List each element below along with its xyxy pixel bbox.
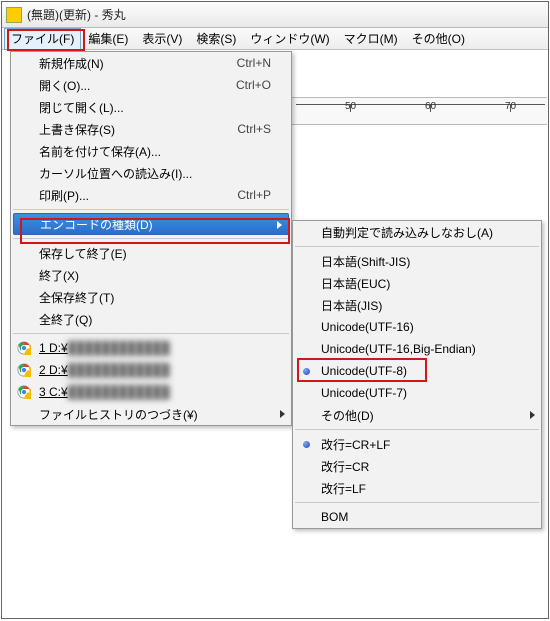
separator [295, 246, 539, 247]
menu-macro[interactable]: マクロ(M) [337, 28, 405, 50]
submenu-arrow-icon [530, 411, 535, 419]
file-dropdown: 新規作成(N) Ctrl+N 開く(O)... Ctrl+O 閉じて開く(L).… [10, 51, 292, 426]
enc-other[interactable]: その他(D) [293, 404, 541, 426]
file-history-more[interactable]: ファイルヒストリのつづき(¥) [11, 403, 291, 425]
file-save-all-exit[interactable]: 全保存終了(T) [11, 286, 291, 308]
file-new[interactable]: 新規作成(N) Ctrl+N [11, 52, 291, 74]
separator [13, 238, 289, 239]
file-encoding[interactable]: エンコードの種類(D) [13, 213, 289, 235]
submenu-arrow-icon [277, 221, 282, 229]
radio-selected-icon [303, 441, 310, 448]
separator [13, 209, 289, 210]
file-recent-1[interactable]: 1 D:¥████████████ [11, 337, 291, 359]
ruler: 50 60 70 [292, 97, 547, 125]
ruler-tick-60: 60 [425, 101, 436, 112]
ruler-tick-70: 70 [505, 101, 516, 112]
file-recent-2[interactable]: 2 D:¥████████████ [11, 359, 291, 381]
enc-jis[interactable]: 日本語(JIS) [293, 294, 541, 316]
separator [295, 502, 539, 503]
radio-selected-icon [303, 368, 310, 375]
enc-utf7[interactable]: Unicode(UTF-7) [293, 382, 541, 404]
separator [295, 429, 539, 430]
file-load-cursor[interactable]: カーソル位置への読込み(I)... [11, 162, 291, 184]
menu-edit[interactable]: 編集(E) [81, 28, 135, 50]
chrome-icon [17, 363, 31, 377]
encoding-submenu: 自動判定で読み込みしなおし(A) 日本語(Shift-JIS) 日本語(EUC)… [292, 220, 542, 529]
menu-other[interactable]: その他(O) [405, 28, 472, 50]
chrome-icon [17, 385, 31, 399]
submenu-arrow-icon [280, 410, 285, 418]
enc-utf16[interactable]: Unicode(UTF-16) [293, 316, 541, 338]
menu-window[interactable]: ウィンドウ(W) [243, 28, 336, 50]
chrome-icon [17, 341, 31, 355]
menu-search[interactable]: 検索(S) [189, 28, 243, 50]
enc-bom[interactable]: BOM [293, 506, 541, 528]
file-exit-all[interactable]: 全終了(Q) [11, 308, 291, 330]
window-title: (無題)(更新) - 秀丸 [27, 6, 126, 23]
file-recent-3[interactable]: 3 C:¥████████████ [11, 381, 291, 403]
app-window: (無題)(更新) - 秀丸 ファイル(F) 編集(E) 表示(V) 検索(S) … [1, 1, 549, 619]
menubar: ファイル(F) 編集(E) 表示(V) 検索(S) ウィンドウ(W) マクロ(M… [2, 28, 548, 50]
file-print[interactable]: 印刷(P)... Ctrl+P [11, 184, 291, 206]
titlebar: (無題)(更新) - 秀丸 [2, 2, 548, 28]
file-save-as[interactable]: 名前を付けて保存(A)... [11, 140, 291, 162]
file-save[interactable]: 上書き保存(S) Ctrl+S [11, 118, 291, 140]
menu-view[interactable]: 表示(V) [135, 28, 189, 50]
file-exit[interactable]: 終了(X) [11, 264, 291, 286]
enc-euc[interactable]: 日本語(EUC) [293, 272, 541, 294]
enc-auto[interactable]: 自動判定で読み込みしなおし(A) [293, 221, 541, 243]
separator [13, 333, 289, 334]
enc-crlf[interactable]: 改行=CR+LF [293, 433, 541, 455]
enc-utf8[interactable]: Unicode(UTF-8) [293, 360, 541, 382]
enc-utf16be[interactable]: Unicode(UTF-16,Big-Endian) [293, 338, 541, 360]
enc-cr[interactable]: 改行=CR [293, 455, 541, 477]
file-save-exit[interactable]: 保存して終了(E) [11, 242, 291, 264]
file-close-open[interactable]: 閉じて開く(L)... [11, 96, 291, 118]
menu-file[interactable]: ファイル(F) [4, 28, 81, 50]
ruler-tick-50: 50 [345, 101, 356, 112]
enc-lf[interactable]: 改行=LF [293, 477, 541, 499]
enc-sjis[interactable]: 日本語(Shift-JIS) [293, 250, 541, 272]
app-icon [6, 7, 22, 23]
file-open[interactable]: 開く(O)... Ctrl+O [11, 74, 291, 96]
